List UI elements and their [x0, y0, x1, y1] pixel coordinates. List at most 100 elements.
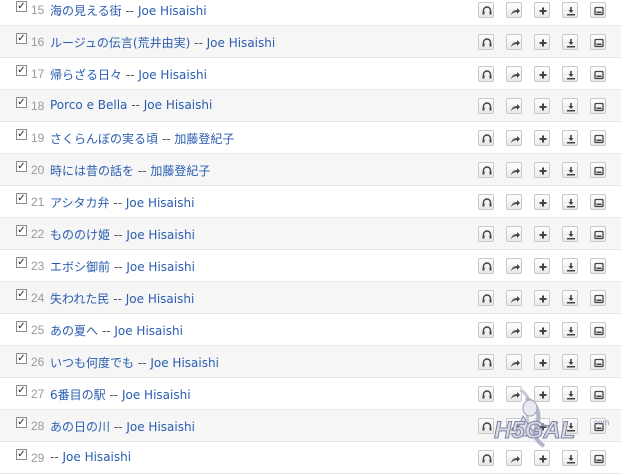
song-row[interactable]: ✓ 20 時には昔の話を -- 加藤登紀子	[0, 154, 621, 186]
download-icon[interactable]	[562, 354, 578, 370]
listen-icon[interactable]	[478, 34, 494, 50]
song-title-link[interactable]: エボシ御前	[50, 260, 110, 274]
song-row[interactable]: ✓ 17 帰らざる日々 -- Joe Hisaishi	[0, 58, 621, 90]
share-icon[interactable]	[506, 322, 522, 338]
song-title-link[interactable]: さくらんぼの実る頃	[50, 132, 158, 146]
song-row[interactable]: ✓ 22 もののけ姫 -- Joe Hisaishi	[0, 218, 621, 250]
download-icon[interactable]	[562, 194, 578, 210]
share-icon[interactable]	[506, 34, 522, 50]
share-icon[interactable]	[506, 162, 522, 178]
play-icon[interactable]	[590, 162, 606, 178]
play-icon[interactable]	[590, 194, 606, 210]
song-title-link[interactable]: Porco e Bella	[50, 98, 127, 112]
artist-link[interactable]: Joe Hisaishi	[144, 98, 213, 112]
song-title-link[interactable]: 時には昔の話を	[50, 164, 134, 178]
artist-link[interactable]: Joe Hisaishi	[150, 356, 219, 370]
artist-link[interactable]: Joe Hisaishi	[126, 228, 195, 242]
play-icon[interactable]	[590, 34, 606, 50]
artist-link[interactable]: Joe Hisaishi	[114, 324, 183, 338]
listen-icon[interactable]	[478, 66, 494, 82]
song-row[interactable]: ✓ 19 さくらんぼの実る頃 -- 加藤登紀子	[0, 122, 621, 154]
song-row[interactable]: ✓ 25 あの夏へ -- Joe Hisaishi	[0, 314, 621, 346]
share-icon[interactable]	[506, 258, 522, 274]
row-checkbox[interactable]: ✓	[16, 65, 27, 76]
share-icon[interactable]	[506, 354, 522, 370]
row-checkbox[interactable]: ✓	[16, 385, 27, 396]
song-title-link[interactable]: あの日の川	[50, 420, 110, 434]
artist-link[interactable]: Joe Hisaishi	[126, 420, 195, 434]
share-icon[interactable]	[506, 226, 522, 242]
download-icon[interactable]	[562, 130, 578, 146]
add-icon[interactable]	[534, 322, 550, 338]
listen-icon[interactable]	[478, 2, 494, 18]
add-icon[interactable]	[534, 226, 550, 242]
listen-icon[interactable]	[478, 322, 494, 338]
song-title-link[interactable]: 失われた民	[50, 292, 109, 306]
add-icon[interactable]	[534, 98, 550, 114]
row-checkbox[interactable]: ✓	[16, 289, 27, 300]
artist-link[interactable]: Joe Hisaishi	[138, 68, 207, 82]
artist-link[interactable]: 加藤登紀子	[174, 132, 234, 146]
song-title-link[interactable]: 海の見える街	[50, 4, 122, 18]
song-title-link[interactable]: あの夏へ	[50, 324, 98, 338]
download-icon[interactable]	[562, 34, 578, 50]
song-row[interactable]: ✓ 16 ルージュの伝言(荒井由実) -- Joe Hisaishi	[0, 26, 621, 58]
song-title-link[interactable]: 帰らざる日々	[50, 68, 122, 82]
row-checkbox[interactable]: ✓	[16, 353, 27, 364]
download-icon[interactable]	[562, 258, 578, 274]
download-icon[interactable]	[562, 290, 578, 306]
add-icon[interactable]	[534, 2, 550, 18]
download-icon[interactable]	[562, 2, 578, 18]
download-icon[interactable]	[562, 322, 578, 338]
row-checkbox[interactable]: ✓	[16, 321, 27, 332]
add-icon[interactable]	[534, 258, 550, 274]
artist-link[interactable]: Joe Hisaishi	[138, 4, 207, 18]
download-icon[interactable]	[562, 226, 578, 242]
song-title-link[interactable]: ルージュの伝言(荒井由実)	[50, 36, 190, 50]
listen-icon[interactable]	[478, 194, 494, 210]
play-icon[interactable]	[590, 2, 606, 18]
share-icon[interactable]	[506, 66, 522, 82]
add-icon[interactable]	[534, 290, 550, 306]
share-icon[interactable]	[506, 130, 522, 146]
add-icon[interactable]	[534, 354, 550, 370]
row-checkbox[interactable]: ✓	[16, 257, 27, 268]
play-icon[interactable]	[590, 226, 606, 242]
song-title-link[interactable]: もののけ姫	[50, 228, 110, 242]
listen-icon[interactable]	[478, 226, 494, 242]
play-icon[interactable]	[590, 322, 606, 338]
song-row[interactable]: ✓ 21 アシタカ弁 -- Joe Hisaishi	[0, 186, 621, 218]
share-icon[interactable]	[506, 290, 522, 306]
play-icon[interactable]	[590, 258, 606, 274]
listen-icon[interactable]	[478, 258, 494, 274]
song-title-link[interactable]: 6番目の駅	[50, 388, 106, 402]
add-icon[interactable]	[534, 130, 550, 146]
listen-icon[interactable]	[478, 290, 494, 306]
row-checkbox[interactable]: ✓	[16, 1, 27, 12]
artist-link[interactable]: Joe Hisaishi	[207, 36, 276, 50]
download-icon[interactable]	[562, 66, 578, 82]
song-title-link[interactable]: アシタカ弁	[50, 196, 110, 210]
add-icon[interactable]	[534, 34, 550, 50]
listen-icon[interactable]	[478, 354, 494, 370]
song-row[interactable]: ✓ 18 Porco e Bella -- Joe Hisaishi	[0, 90, 621, 122]
artist-link[interactable]: Joe Hisaishi	[126, 196, 195, 210]
play-icon[interactable]	[590, 354, 606, 370]
row-checkbox[interactable]: ✓	[16, 225, 27, 236]
play-icon[interactable]	[590, 290, 606, 306]
row-checkbox[interactable]: ✓	[16, 161, 27, 172]
song-row[interactable]: ✓ 23 エボシ御前 -- Joe Hisaishi	[0, 250, 621, 282]
listen-icon[interactable]	[478, 98, 494, 114]
play-icon[interactable]	[590, 130, 606, 146]
song-row[interactable]: ✓ 15 海の見える街 -- Joe Hisaishi	[0, 0, 621, 26]
add-icon[interactable]	[534, 66, 550, 82]
artist-link[interactable]: Joe Hisaishi	[126, 260, 195, 274]
row-checkbox[interactable]: ✓	[16, 129, 27, 140]
artist-link[interactable]: Joe Hisaishi	[126, 292, 195, 306]
song-row[interactable]: ✓ 26 いつも何度でも -- Joe Hisaishi	[0, 346, 621, 378]
artist-link[interactable]: 加藤登紀子	[150, 164, 210, 178]
share-icon[interactable]	[506, 194, 522, 210]
download-icon[interactable]	[562, 98, 578, 114]
play-icon[interactable]	[590, 98, 606, 114]
play-icon[interactable]	[590, 66, 606, 82]
